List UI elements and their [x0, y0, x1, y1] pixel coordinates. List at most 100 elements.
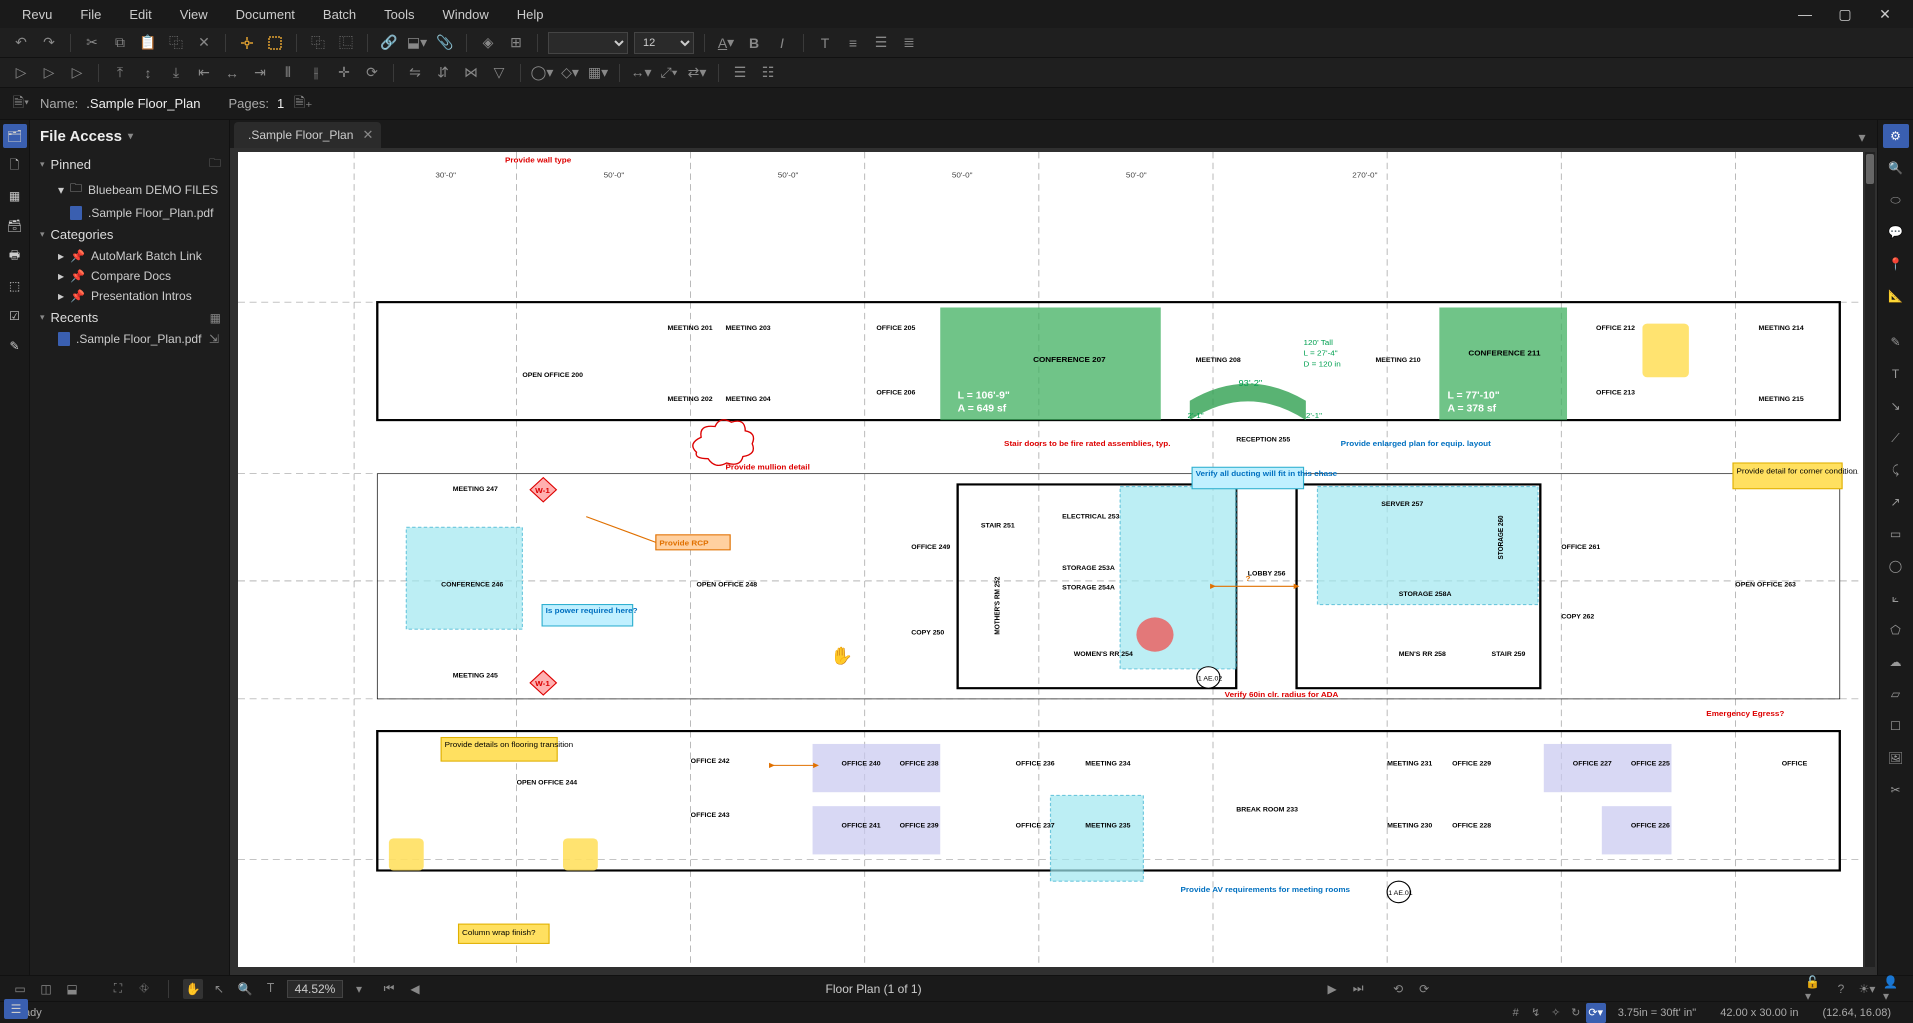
- menu-batch[interactable]: Batch: [309, 3, 370, 26]
- snap2-button[interactable]: ✧: [1546, 1003, 1566, 1023]
- align-center-obj[interactable]: ↔: [221, 62, 243, 84]
- text-tool[interactable]: T: [1883, 362, 1909, 386]
- align-middle[interactable]: ↕: [137, 62, 159, 84]
- funnel[interactable]: ▽: [488, 62, 510, 84]
- align-center-button[interactable]: ☰: [870, 32, 892, 54]
- document-tab[interactable]: .Sample Floor_Plan ✕: [234, 122, 381, 148]
- text-select-button[interactable]: Ꭲ: [261, 979, 281, 999]
- category-item-1[interactable]: ▸📌 Compare Docs: [30, 266, 229, 286]
- window-maximize-button[interactable]: ▢: [1825, 0, 1865, 28]
- attach-button[interactable]: 📎: [434, 32, 456, 54]
- menu-view[interactable]: View: [166, 3, 222, 26]
- distribute-v[interactable]: ⫲: [305, 62, 327, 84]
- shape-poly[interactable]: ◇▾: [559, 62, 581, 84]
- grid-button[interactable]: #: [1506, 1003, 1526, 1023]
- size-tool[interactable]: ⤢▾: [658, 62, 680, 84]
- first-page-button[interactable]: ⏮: [379, 979, 399, 999]
- paste-button[interactable]: 📋: [137, 32, 159, 54]
- text-align-button[interactable]: T: [814, 32, 836, 54]
- mirror[interactable]: ⋈: [460, 62, 482, 84]
- properties-tab-button[interactable]: ⚙: [1883, 124, 1909, 148]
- legend-tool-2[interactable]: ☷: [757, 62, 779, 84]
- fit-width-button[interactable]: ⛗: [134, 979, 154, 999]
- align-top[interactable]: ⤒: [109, 62, 131, 84]
- signatures-tab-button[interactable]: ✎: [3, 334, 27, 358]
- font-size-select[interactable]: 12: [634, 32, 694, 54]
- font-family-select[interactable]: [548, 32, 628, 54]
- forms-tab-button[interactable]: ☑: [3, 304, 27, 328]
- prev-view-button[interactable]: ⟲: [1388, 979, 1408, 999]
- callout-tool[interactable]: ↘: [1883, 394, 1909, 418]
- next-view-button[interactable]: ⟳: [1414, 979, 1434, 999]
- layers-tab-button[interactable]: ⬚: [3, 274, 27, 298]
- markups-tab-button[interactable]: 💬: [1883, 220, 1909, 244]
- next-page-button[interactable]: ▶: [1322, 979, 1342, 999]
- arc-tool[interactable]: ⤹: [1883, 458, 1909, 482]
- tool-chest-tab-button[interactable]: ▦: [3, 184, 27, 208]
- snapshot-tool[interactable]: ✂: [1883, 778, 1909, 802]
- pinned-folder[interactable]: ▾🗀 Bluebeam DEMO FILES: [30, 176, 229, 203]
- arrow-tool[interactable]: ↗: [1883, 490, 1909, 514]
- group-button[interactable]: ⿻: [307, 32, 329, 54]
- legend-tool[interactable]: ☰: [729, 62, 751, 84]
- rect-tool[interactable]: ▭: [1883, 522, 1909, 546]
- align-tool-1[interactable]: ▷: [10, 62, 32, 84]
- pan-button[interactable]: ✋: [183, 979, 203, 999]
- reuse-button[interactable]: ↻: [1566, 1003, 1586, 1023]
- measure-tab-button[interactable]: 📐: [1883, 284, 1909, 308]
- calibrate-button[interactable]: [236, 32, 258, 54]
- ungroup-button[interactable]: ⿺: [335, 32, 357, 54]
- align-bottom[interactable]: ⤓: [165, 62, 187, 84]
- spaces-tab-button[interactable]: 📍: [1883, 252, 1909, 276]
- prev-page-button[interactable]: ◀: [405, 979, 425, 999]
- add-page-button[interactable]: 🗎₊: [292, 93, 314, 115]
- highlight-tool[interactable]: ▱: [1883, 682, 1909, 706]
- vertical-scrollbar[interactable]: [1865, 152, 1875, 967]
- menu-tools[interactable]: Tools: [370, 3, 428, 26]
- align-left-button[interactable]: ≡: [842, 32, 864, 54]
- center-in-doc[interactable]: ✛: [333, 62, 355, 84]
- tab-overflow-button[interactable]: ▾: [1851, 126, 1873, 148]
- calendar-icon[interactable]: ▦: [210, 311, 221, 325]
- sets-tab-button[interactable]: 🗃: [3, 214, 27, 238]
- menu-window[interactable]: Window: [429, 3, 503, 26]
- page-label[interactable]: Floor Plan (1 of 1): [435, 982, 1312, 996]
- changemark-button[interactable]: ◈: [477, 32, 499, 54]
- apply-stamp-button[interactable]: ⊞: [505, 32, 527, 54]
- menu-edit[interactable]: Edit: [115, 3, 165, 26]
- undo-button[interactable]: ↶: [10, 32, 32, 54]
- image-tool[interactable]: 🖼: [1883, 746, 1909, 770]
- last-page-button[interactable]: ⏭: [1348, 979, 1368, 999]
- distribute-h[interactable]: ⫴: [277, 62, 299, 84]
- fit-page-button[interactable]: ⛶: [108, 979, 128, 999]
- category-item-2[interactable]: ▸📌 Presentation Intros: [30, 286, 229, 306]
- window-minimize-button[interactable]: —: [1785, 0, 1825, 28]
- pinned-section[interactable]: ▾Pinned: [30, 153, 101, 176]
- width-tool[interactable]: ↔▾: [630, 62, 652, 84]
- thumbnails-tab-button[interactable]: 🗋: [3, 154, 27, 178]
- help-button[interactable]: ?: [1831, 979, 1851, 999]
- flatten-button[interactable]: ⬓▾: [406, 32, 428, 54]
- zoom-button[interactable]: 🔍: [235, 979, 255, 999]
- note-tool[interactable]: ✎: [1883, 330, 1909, 354]
- menu-help[interactable]: Help: [503, 3, 558, 26]
- paste-in-place-button[interactable]: ⿻: [165, 32, 187, 54]
- rotate-tool[interactable]: ⟳: [361, 62, 383, 84]
- print-tab-button[interactable]: 🖶: [3, 244, 27, 268]
- align-tool-2[interactable]: ▷: [38, 62, 60, 84]
- menu-revu[interactable]: Revu: [8, 3, 66, 26]
- single-page-button[interactable]: ▭: [10, 979, 30, 999]
- category-item-0[interactable]: ▸📌 AutoMark Batch Link: [30, 246, 229, 266]
- viewport-button[interactable]: [264, 32, 286, 54]
- lock-button[interactable]: 🔓▾: [1805, 979, 1825, 999]
- zoom-value[interactable]: 44.52%: [287, 980, 343, 998]
- shape-grid[interactable]: ▦▾: [587, 62, 609, 84]
- recents-section[interactable]: ▾Recents: [30, 306, 108, 329]
- bold-button[interactable]: B: [743, 32, 765, 54]
- studio-tab-button[interactable]: ⬭: [1883, 188, 1909, 212]
- split-h-button[interactable]: ⬓: [62, 979, 82, 999]
- select-button[interactable]: ↖: [209, 979, 229, 999]
- pinned-file-1[interactable]: .Sample Floor_Plan.pdf: [30, 203, 229, 223]
- flip-h[interactable]: ⇋: [404, 62, 426, 84]
- align-tool-3[interactable]: ▷: [66, 62, 88, 84]
